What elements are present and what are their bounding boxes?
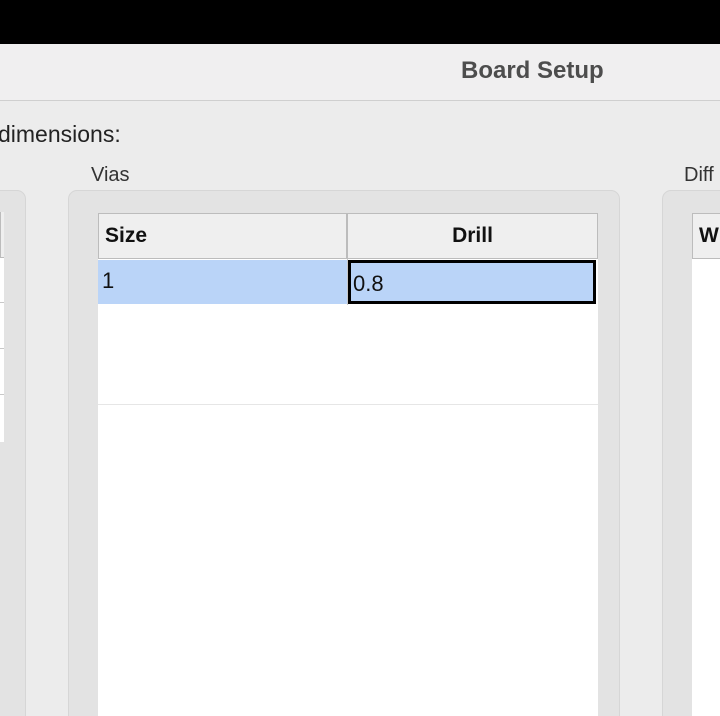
diff-pairs-column-width[interactable]: W xyxy=(692,213,720,259)
vias-cell-drill[interactable]: 0.8 xyxy=(348,260,596,304)
vias-group-label: Vias xyxy=(91,164,130,186)
tracks-row-divider xyxy=(0,394,4,395)
window-title: Board Setup xyxy=(461,57,604,84)
vias-row-divider xyxy=(98,404,598,405)
vias-column-size[interactable]: Size xyxy=(98,213,347,259)
vias-column-size-label: Size xyxy=(105,224,148,247)
window-title-bar: Board Setup xyxy=(0,44,720,101)
screen-top-bar xyxy=(0,0,720,44)
vias-column-drill-label: Drill xyxy=(452,224,493,247)
dimensions-label: dimensions: xyxy=(0,121,121,147)
dialog-content: dimensions: Vias Size Drill 1 0.8 Diff W xyxy=(0,102,720,716)
vias-cell-drill-value: 0.8 xyxy=(353,271,384,296)
vias-grid[interactable]: Size Drill 1 0.8 xyxy=(98,213,598,716)
vias-cell-size-value: 1 xyxy=(102,268,115,293)
diff-pairs-group-label: Diff xyxy=(684,164,714,186)
tracks-row-divider xyxy=(0,348,4,349)
vias-cell-size[interactable]: 1 xyxy=(98,260,347,304)
diff-pairs-grid[interactable]: W xyxy=(692,213,720,716)
tracks-row-divider xyxy=(0,302,4,303)
vias-column-divider xyxy=(347,259,348,305)
diff-pairs-column-width-label: W xyxy=(699,224,719,247)
vias-column-drill[interactable]: Drill xyxy=(347,213,598,259)
tracks-grid-header xyxy=(0,212,4,258)
